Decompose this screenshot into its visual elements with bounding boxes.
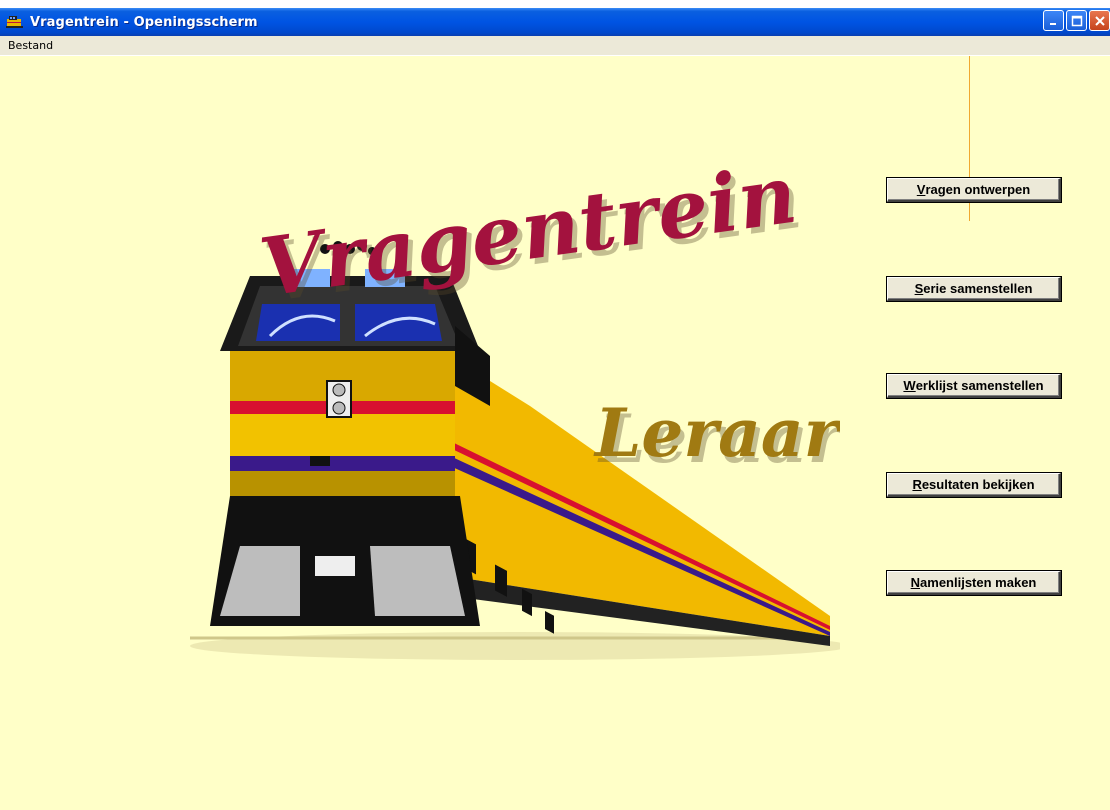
maximize-icon[interactable] (1066, 10, 1087, 31)
resultaten-bekijken-label: esultaten bekijken (921, 477, 1035, 492)
menu-bestand[interactable]: Bestand (4, 38, 59, 53)
serie-samenstellen-button[interactable]: Serie samenstellen (886, 276, 1062, 302)
vragen-ontwerpen-button[interactable]: Vragen ontwerpen (886, 177, 1062, 203)
werklijst-samenstellen-label: erklijst samenstellen (915, 378, 1044, 393)
resultaten-bekijken-button[interactable]: Resultaten bekijken (886, 472, 1062, 498)
close-icon[interactable] (1089, 10, 1110, 31)
window-controls (1043, 10, 1110, 31)
serie-samenstellen-label: erie samenstellen (923, 281, 1033, 296)
werklijst-samenstellen-accel: W (903, 378, 916, 393)
top-strip (0, 0, 1110, 8)
serie-samenstellen-accel: S (914, 281, 924, 296)
menu-bar: Bestand (0, 36, 1110, 56)
vragen-ontwerpen-accel: V (916, 182, 926, 197)
main-area: Vragentrein Vragentrein Leraar Leraar Vr… (0, 56, 1110, 810)
minimize-icon[interactable] (1043, 10, 1064, 31)
window-title: Vragentrein - Openingsscherm (30, 14, 258, 30)
namenlijsten-maken-accel: N (910, 575, 921, 590)
train-app-icon (6, 16, 23, 28)
werklijst-samenstellen-button[interactable]: Werklijst samenstellen (886, 373, 1062, 399)
title-bar[interactable]: Vragentrein - Openingsscherm (0, 8, 1110, 36)
svg-text:Leraar: Leraar (593, 394, 840, 472)
namenlijsten-maken-label: amenlijsten maken (920, 575, 1037, 590)
vragentrein-logo: Vragentrein Vragentrein Leraar Leraar (190, 156, 840, 660)
svg-text:Vragentrein: Vragentrein (255, 156, 802, 315)
resultaten-bekijken-accel: R (912, 477, 922, 492)
namenlijsten-maken-button[interactable]: Namenlijsten maken (886, 570, 1062, 596)
vragen-ontwerpen-label: ragen ontwerpen (925, 182, 1031, 197)
